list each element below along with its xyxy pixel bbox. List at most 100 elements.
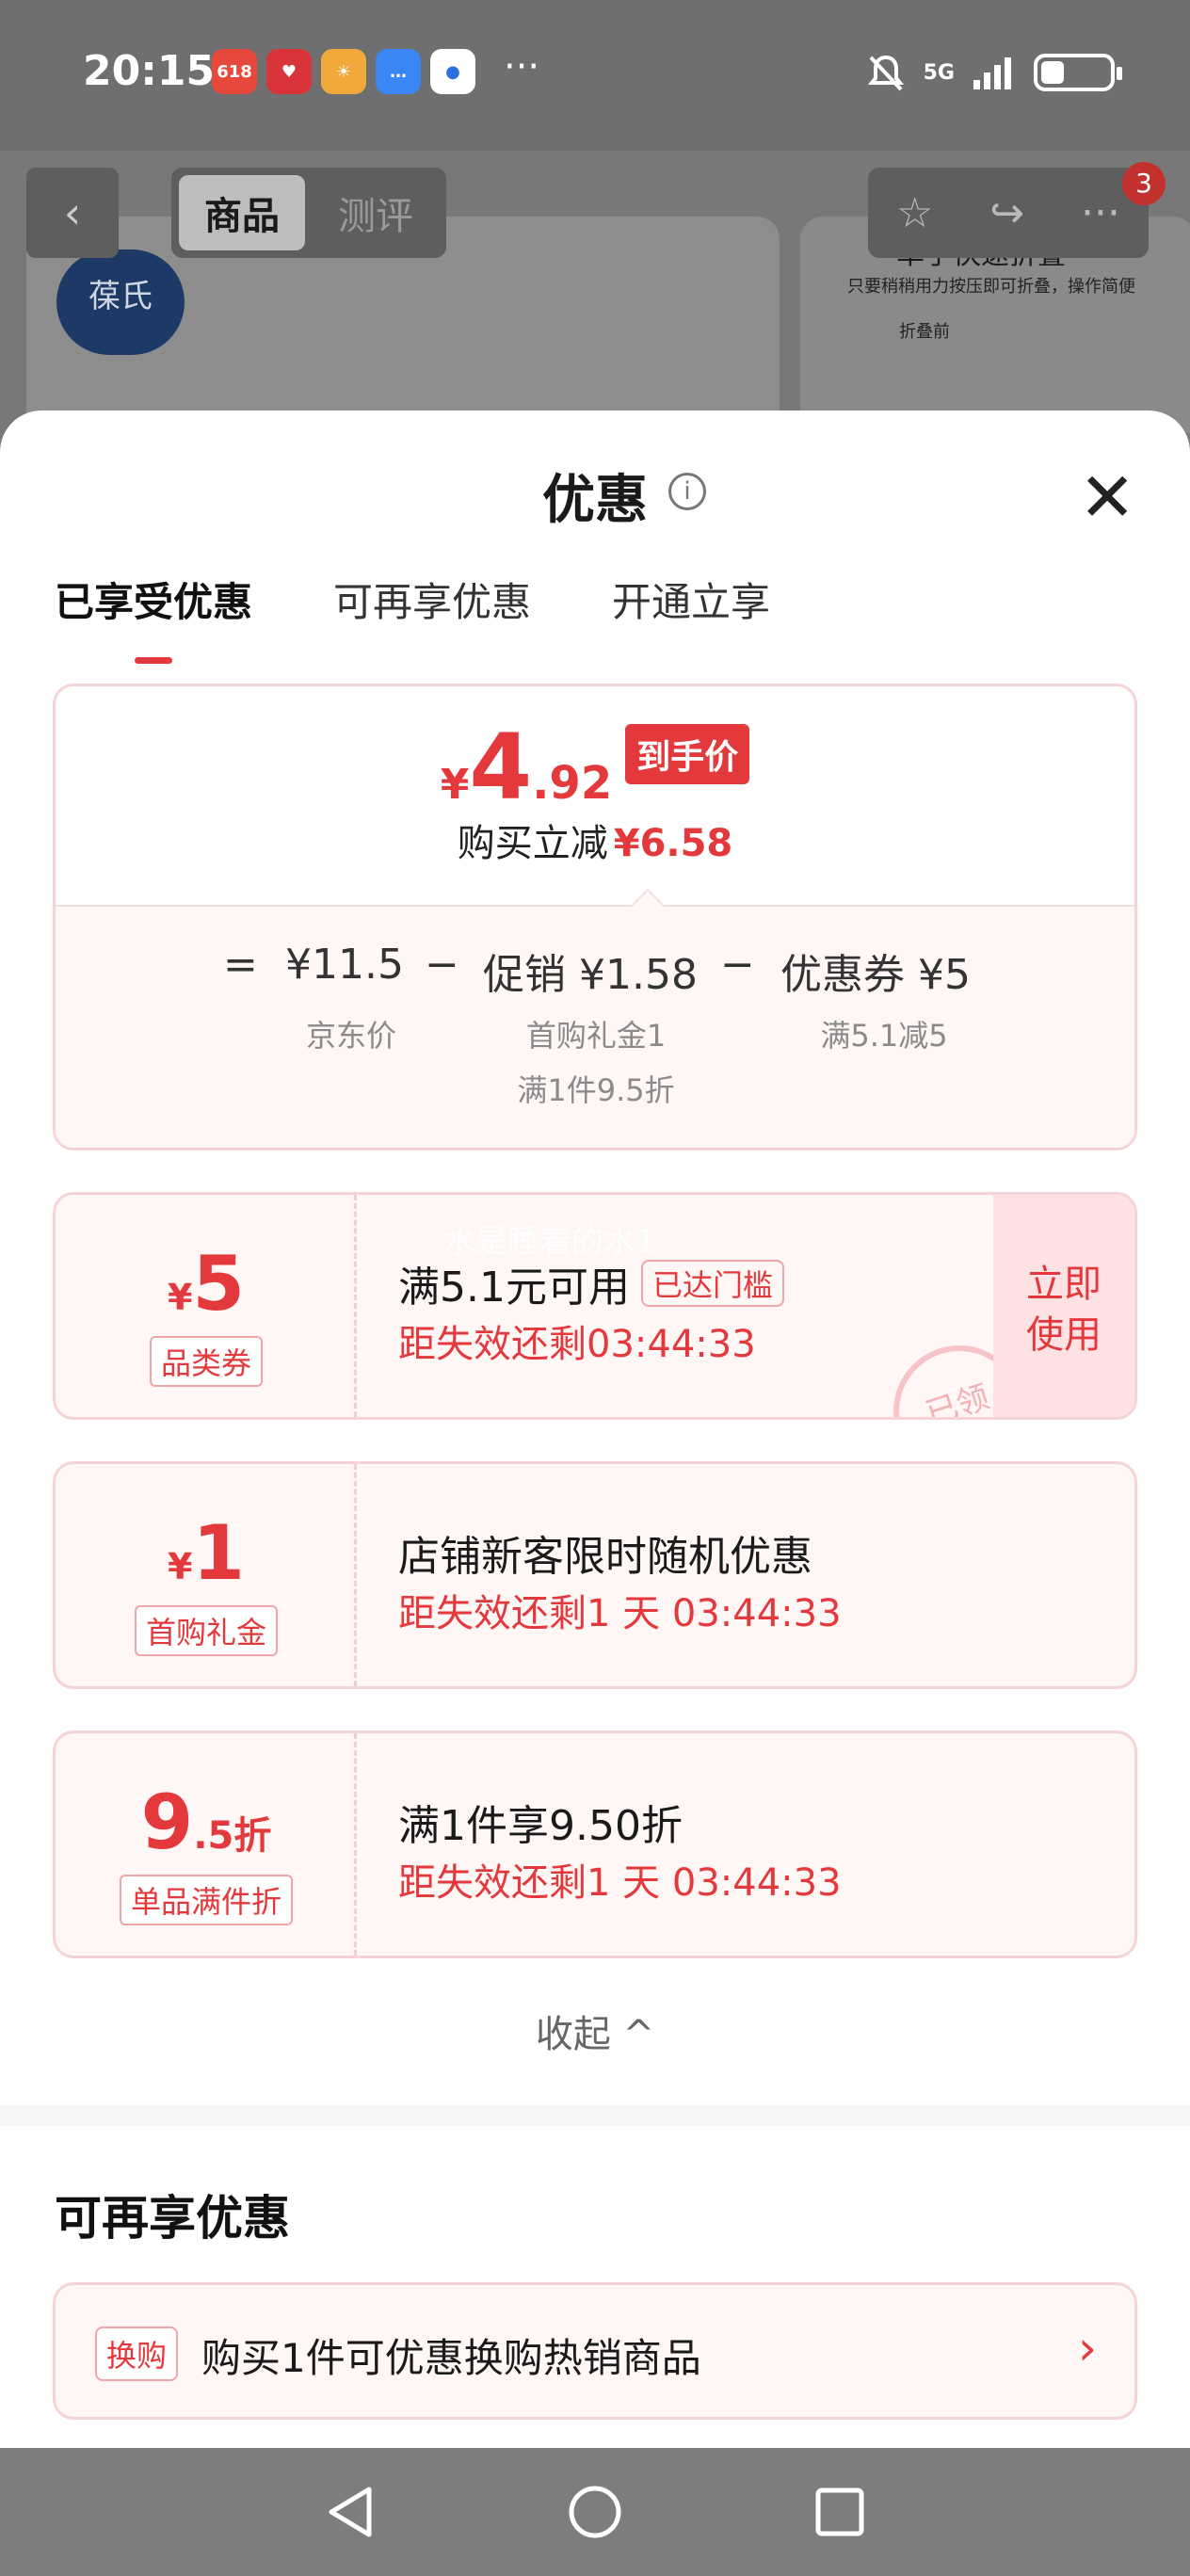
network-label: 5G [923,60,955,85]
coupon-condition-text: 满5.1元可用 [398,1264,630,1312]
use-now-button[interactable]: 立即 使用 [993,1195,1134,1417]
circle-home-icon [569,2486,621,2538]
more-icon[interactable]: ··· [1081,189,1120,237]
app-618-icon: 618 [212,49,257,94]
coupon-currency: ¥ [167,1546,193,1587]
coupon-expire: 距失效还剩03:44:33 [398,1323,756,1366]
tab-product[interactable]: 商品 [179,175,305,250]
more-notifications-icon: ··· [504,45,540,89]
product-tabs: 商品 测评 [171,168,446,258]
discount-sheet: 优惠 i ✕ 已享受优惠 可再享优惠 开通立享 ¥4.92 到手价 购买立减 ¥6.… [0,411,1190,2448]
notification-badge: 3 [1122,162,1166,205]
nav-recents-button[interactable] [802,2474,877,2550]
equals-sign: = [223,941,258,989]
coupon-currency: ¥ [167,1277,193,1318]
close-icon[interactable]: ✕ [1079,463,1135,531]
section-divider [0,2105,1190,2126]
coupon-amount: 9.5折 [56,1779,357,1866]
use-now-line1: 立即 [1026,1263,1102,1306]
coupon-suffix: .5折 [193,1814,272,1858]
minus-sign-2: − [720,941,755,989]
coupon-value: 9 [140,1779,194,1866]
fold-subtitle: 只要稍稍用力按压即可折叠，操作简便 [847,277,1135,297]
fold-tag: 折叠前 [899,322,950,342]
base-price: ¥11.5 [285,941,404,989]
mute-bell-icon [867,55,904,91]
tab-enjoyed[interactable]: 已享受优惠 [55,571,252,664]
status-right: 5G [865,52,1122,93]
signal-icon [973,57,1011,89]
price-integer: 4 [469,715,533,820]
coupon-kind-label: 首购礼金 [134,1605,278,1656]
reduce-line: 购买立减 ¥6.58 [56,813,1134,867]
coupon-expire: 距失效还剩1 天 03:44:33 [398,1592,842,1635]
exchange-offer-row[interactable]: 换购 购买1件可优惠换购热销商品 › [53,2282,1137,2420]
coupon-card-first-purchase: ¥1 首购礼金 店铺新客限时随机优惠 距失效还剩1 天 03:44:33 [53,1461,1137,1689]
app-618-heart-icon: ♥ [266,49,312,94]
tab-open-now[interactable]: 开通立享 [612,571,770,628]
final-price: ¥4.92 到手价 [56,715,1134,820]
promo-label-2: 满1件9.5折 [517,1072,675,1108]
browser-icon: ● [430,49,475,94]
more-discounts-title: 可再享优惠 [55,2191,290,2246]
final-price-tag: 到手价 [625,724,750,784]
price-summary-top: ¥4.92 到手价 购买立减 ¥6.58 [56,686,1134,907]
sheet-title: 优惠 [542,470,648,531]
coupon-expire: 距失效还剩1 天 03:44:33 [398,1861,842,1905]
brand-logo: 葆氏 [56,250,185,355]
coupon-left: 9.5折 单品满件折 [56,1733,357,1956]
square-recents-icon [815,2487,864,2536]
coupon-label: 满5.1减5 [820,1018,948,1054]
coupon-left: ¥5 品类券 [56,1195,357,1417]
promo-label-1: 首购礼金1 [525,1018,667,1054]
threshold-reached-tag: 已达门槛 [640,1260,784,1307]
exchange-tag: 换购 [95,2326,179,2381]
base-price-label: 京东价 [305,1018,396,1054]
back-arrow-icon: ‹ [63,187,82,238]
exchange-text: 购买1件可优惠换购热销商品 [201,2335,701,2381]
nav-home-button[interactable] [557,2474,633,2550]
nav-back-button[interactable] [313,2474,388,2550]
price-breakdown: = ¥11.5 − 促销 ¥1.58 − 优惠券 ¥5 京东价 首购礼金1 满1… [56,888,1134,1148]
coupon-condition: 满1件享9.50折 [398,1802,683,1850]
coupon-card-category: ¥5 品类券 水是睡着的水1 满5.1元可用 已达门槛 距失效还剩03:44:33… [53,1192,1137,1420]
back-button[interactable]: ‹ [26,168,119,258]
coupon-amount: ¥1 [56,1509,357,1597]
coupon-kind: 单品满件折 [56,1875,357,1925]
coupon-condition: 满5.1元可用 已达门槛 [398,1253,784,1313]
product-header: 葆氏 单手快速折叠 只要稍稍用力按压即可折叠，操作简便 折叠前 ‹ 商品 测评 … [0,151,1190,433]
coupon-value: 1 [192,1509,246,1597]
coupon-value: 5 [192,1240,246,1328]
system-nav-bar [0,2448,1190,2576]
triangle-back-icon [329,2487,372,2537]
battery-icon [1034,54,1122,91]
tab-review[interactable]: 测评 [313,175,439,250]
tab-more-discounts[interactable]: 可再享优惠 [333,571,531,628]
use-now-line2: 使用 [1026,1313,1102,1357]
minus-sign-1: − [425,941,459,989]
info-icon[interactable]: i [668,473,706,510]
coupon-kind-label: 单品满件折 [119,1875,293,1925]
coupon-condition: 店铺新客限时随机优惠 [398,1533,812,1581]
coupon-kind-label: 品类券 [149,1336,263,1387]
favorite-star-icon[interactable]: ☆ [896,189,933,237]
collapse-button[interactable]: 收起 ^ [0,2004,1190,2058]
coupon-kind: 首购礼金 [56,1605,357,1656]
price-summary-card: ¥4.92 到手价 购买立减 ¥6.58 = ¥11.5 − 促销 ¥1.58 − … [53,684,1137,1151]
discount-tabs: 已享受优惠 可再享优惠 开通立享 [55,571,770,664]
coupon-amount: ¥5 [56,1240,357,1328]
weather-icon: ☀ [321,49,366,94]
message-icon: … [376,49,421,94]
reduce-amount: ¥6.58 [613,822,733,865]
share-icon[interactable]: ↪ [989,189,1024,237]
coupon-card-quantity-discount: 9.5折 单品满件折 满1件享9.50折 距失效还剩1 天 03:44:33 [53,1731,1137,1958]
coupon-amount: 优惠券 ¥5 [780,951,971,999]
promo-amount: 促销 ¥1.58 [483,951,698,999]
coupon-kind: 品类券 [56,1336,357,1387]
status-time: 20:15 [83,47,216,95]
chevron-right-icon: › [1078,2321,1097,2375]
top-actions: ☆ ↪ ··· [868,168,1149,258]
coupon-left: ¥1 首购礼金 [56,1464,357,1686]
reduce-label: 购买立减 [457,822,608,865]
status-bar: 20:15 618 ♥ ☀ … ● ··· 5G [0,0,1190,151]
